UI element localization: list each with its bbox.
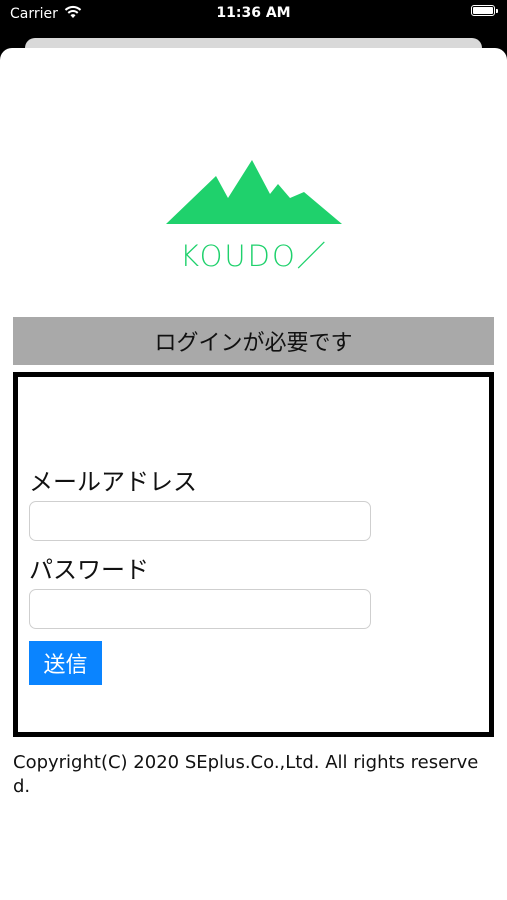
app-screen: Carrier 11:36 AM KOUDO／ ログインが必要です メールアドレ… [0,0,507,900]
email-label: メールアドレス [29,468,197,496]
mountain-icon [166,160,342,224]
battery-fill [473,7,493,14]
status-right [471,5,498,16]
koudo-logo: KOUDO／ [166,158,342,273]
status-bar: Carrier 11:36 AM [0,0,507,28]
password-label: パスワード [29,556,149,584]
modal-sheet: KOUDO／ ログインが必要です メールアドレス パスワード 送信 Copyri… [0,48,507,900]
battery-icon [471,5,498,16]
login-form: メールアドレス パスワード 送信 [13,372,494,737]
email-field[interactable] [29,501,371,541]
login-required-banner: ログインが必要です [13,317,494,365]
copyright-text: Copyright(C) 2020 SEplus.Co.,Ltd. All ri… [13,752,479,797]
status-time: 11:36 AM [216,5,291,21]
submit-button[interactable]: 送信 [29,641,102,685]
logo-text: KOUDO／ [180,239,328,273]
password-field[interactable] [29,589,371,629]
